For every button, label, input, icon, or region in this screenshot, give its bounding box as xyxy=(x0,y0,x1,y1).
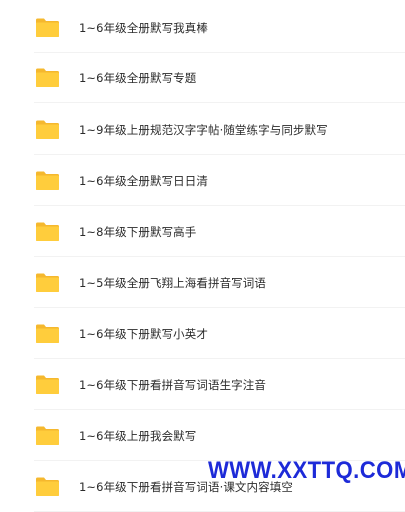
folder-icon xyxy=(36,222,59,241)
folder-icon xyxy=(36,273,59,292)
folder-row[interactable]: 1~5年级全册飞翔上海看拼音写词语 xyxy=(0,257,405,308)
folder-icon xyxy=(36,375,59,394)
folder-icon xyxy=(36,324,59,343)
folder-icon xyxy=(36,171,59,190)
folder-icon xyxy=(36,426,59,445)
folder-icon xyxy=(36,68,59,87)
folder-icon xyxy=(36,18,59,37)
file-list: 1~6年级全册默写我真棒 1~6年级全册默写专题 1~9年级上册规范汉字字帖·随… xyxy=(0,0,405,512)
folder-icon xyxy=(36,120,59,139)
folder-name: 1~6年级全册默写日日清 xyxy=(79,173,208,188)
folder-name: 1~6年级上册我会默写 xyxy=(79,428,197,443)
folder-row[interactable]: 1~6年级全册默写专题 xyxy=(0,52,405,103)
folder-icon xyxy=(36,477,59,496)
folder-row[interactable]: 1~8年级下册默写高手 xyxy=(0,206,405,257)
folder-name: 1~5年级全册飞翔上海看拼音写词语 xyxy=(79,275,266,290)
folder-name: 1~6年级全册默写我真棒 xyxy=(79,20,208,35)
folder-name: 1~6年级全册默写专题 xyxy=(79,70,197,85)
folder-row[interactable]: 1~6年级下册看拼音写词语生字注音 xyxy=(0,359,405,410)
folder-name: 1~6年级下册看拼音写词语生字注音 xyxy=(79,377,266,392)
folder-name: 1~9年级上册规范汉字字帖·随堂练字与同步默写 xyxy=(79,122,328,137)
watermark-text: WWW.XXTTQ.COM xyxy=(208,457,405,484)
folder-name: 1~6年级下册默写小英才 xyxy=(79,326,208,341)
folder-row[interactable]: 1~6年级上册我会默写 xyxy=(0,410,405,461)
folder-name: 1~8年级下册默写高手 xyxy=(79,224,197,239)
folder-row[interactable]: 1~9年级上册规范汉字字帖·随堂练字与同步默写 xyxy=(0,104,405,155)
folder-row[interactable]: 1~6年级全册默写日日清 xyxy=(0,155,405,206)
folder-row[interactable]: 1~6年级下册默写小英才 xyxy=(0,308,405,359)
folder-row[interactable]: 1~6年级全册默写我真棒 xyxy=(0,2,405,53)
